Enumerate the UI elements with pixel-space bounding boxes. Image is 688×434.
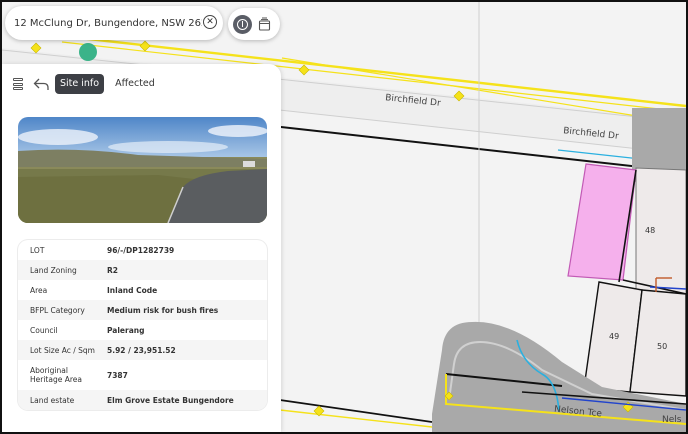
panel-toolbar: Site info Affected [13,74,160,94]
tab-site-info[interactable]: Site info [55,74,105,94]
search-input[interactable]: 12 McClung Dr, Bungendore, NSW 2621, A..… [14,18,202,29]
info-row-lot-size: Lot Size Ac / Sqm 5.92 / 23,951.52 [18,340,267,360]
address-search-bar[interactable]: 12 McClung Dr, Bungendore, NSW 2621, A..… [5,6,223,40]
info-row-bfpl: BFPL Category Medium risk for bush fires [18,300,267,320]
clear-search-icon[interactable]: ✕ [203,15,217,29]
layers-icon[interactable] [13,77,24,91]
map-lot-label: 49 [609,332,620,341]
map-lot-label: 50 [657,342,668,351]
site-info-panel: Site info Affected LOT 96/-/DP1282739 La… [2,64,281,432]
info-row-land-zoning: Land Zoning R2 [18,260,267,280]
info-row-area: Area Inland Code [30,285,158,295]
archive-icon[interactable] [258,17,271,31]
tab-affected[interactable]: Affected [110,74,160,94]
map-street-label: Nels [662,415,682,425]
map-lot-label: 48 [645,226,656,235]
map-tool-pill [228,8,280,40]
app-frame: Birchfield Dr Birchfield Dr 48 49 50 Nel… [0,0,688,434]
site-info-table: LOT 96/-/DP1282739 Land Zoning R2 Area Inla… [18,240,267,410]
info-row-land-estate: Land estate Elm Grove Estate Bungendore [18,390,267,410]
info-row-heritage: Aboriginal Heritage Area 7387 [30,366,128,384]
info-row-council: Council Palerang [30,325,145,335]
back-arrow-icon[interactable] [33,77,49,91]
site-street-photo [18,117,267,223]
info-icon[interactable] [233,15,252,34]
info-row-lot: LOT 96/-/DP1282739 [30,245,175,255]
